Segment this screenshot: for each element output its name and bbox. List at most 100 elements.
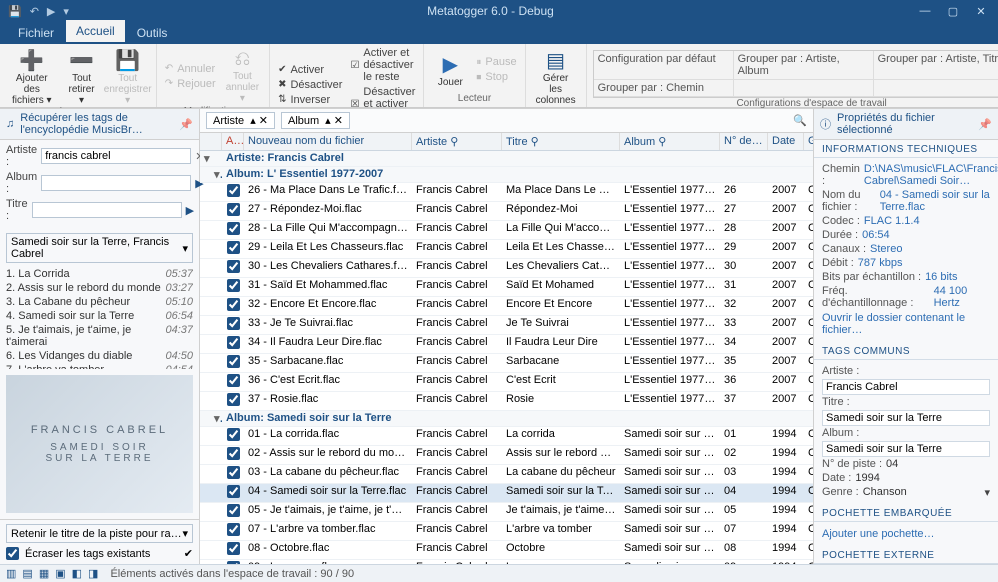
filename-link[interactable]: 04 - Samedi soir sur la Terre.flac	[880, 189, 990, 213]
go-titre-icon[interactable]: ▶	[186, 204, 194, 217]
album-input[interactable]	[41, 175, 191, 191]
col-filename[interactable]: Nouveau nom du fichier	[244, 133, 412, 150]
minimize-button[interactable]: —	[912, 0, 938, 22]
table-row[interactable]: 27 - Répondez-Moi.flacFrancis CabrelRépo…	[200, 202, 813, 221]
tab-outils[interactable]: Outils	[127, 22, 178, 44]
tout-retirer-button[interactable]: ➖Tout retirer ▾	[62, 46, 102, 108]
table-row[interactable]: 02 - Assis sur le rebord du monde.flacFr…	[200, 446, 813, 465]
table-row[interactable]: 37 - Rosie.flacFrancis CabrelRosieL'Esse…	[200, 392, 813, 411]
jouer-button[interactable]: ▶Jouer	[430, 50, 470, 90]
list-item[interactable]: 4. Samedi soir sur la Terre06:54	[6, 309, 193, 323]
status-icon[interactable]: ◧	[72, 567, 82, 580]
status-icon[interactable]: ◨	[88, 567, 98, 580]
workspace-config-grid[interactable]: Configuration par défaut Grouper par : A…	[593, 50, 998, 98]
table-row[interactable]: 36 - C'est Ecrit.flacFrancis CabrelC'est…	[200, 373, 813, 392]
table-row[interactable]: 30 - Les Chevaliers Cathares.flacFrancis…	[200, 259, 813, 278]
tout-enregistrer-button[interactable]: 💾Tout enregistrer ▾	[106, 46, 150, 108]
group-row[interactable]: ▾Album: Samedi soir sur la TerreNombre=9	[200, 411, 813, 427]
close-button[interactable]: ✕	[968, 0, 994, 22]
list-item[interactable]: 7. L'arbre va tomber04:54	[6, 363, 193, 369]
table-row[interactable]: 35 - Sarbacane.flacFrancis CabrelSarbaca…	[200, 354, 813, 373]
undo-all-icon: ⎌	[234, 48, 250, 71]
rejouer-button[interactable]: ↷ Rejouer	[163, 77, 218, 91]
overwrite-tags-checkbox[interactable]: Écraser les tags existants✔	[6, 547, 193, 560]
pin-icon[interactable]: 📌	[179, 118, 193, 131]
filter-artiste[interactable]: Artiste ▴ ✕	[206, 112, 275, 129]
table-row[interactable]: 04 - Samedi soir sur la Terre.flacFranci…	[200, 484, 813, 503]
open-folder-link[interactable]: Ouvrir le dossier contenant le fichier…	[822, 310, 990, 338]
table-row[interactable]: 34 - Il Faudra Leur Dire.flacFrancis Cab…	[200, 335, 813, 354]
pause-button[interactable]: ⏸ Pause	[474, 55, 518, 69]
search-icon[interactable]: 🔍	[793, 114, 807, 127]
list-item[interactable]: 2. Assis sur le rebord du monde03:27	[6, 281, 193, 295]
col-artiste[interactable]: Artiste ⚲	[412, 133, 502, 150]
sect-poch-ext: POCHETTE EXTERNE	[814, 546, 998, 564]
pin-icon[interactable]: 📌	[978, 118, 992, 131]
activer-button[interactable]: ✔ Activer	[276, 63, 344, 77]
col-album[interactable]: Album ⚲	[620, 133, 720, 150]
add-cover-link[interactable]: Ajouter une pochette…	[822, 526, 990, 542]
table-row[interactable]: 05 - Je t'aimais, je t'aime, je t'aimera…	[200, 503, 813, 522]
qat-undo-icon[interactable]: ↶	[30, 5, 39, 18]
table-row[interactable]: 32 - Encore Et Encore.flacFrancis Cabrel…	[200, 297, 813, 316]
maximize-button[interactable]: ▢	[940, 0, 966, 22]
tag-titre-input[interactable]	[826, 412, 986, 424]
status-icon[interactable]: ▥	[6, 567, 16, 580]
remove-all-icon: ➖	[69, 48, 94, 73]
columns-icon: ▤	[546, 48, 565, 73]
chemin-link[interactable]: D:\NAS\music\FLAC\Francis Cabrel\Samedi …	[864, 163, 998, 187]
group-row[interactable]: ▾Album: L' Essentiel 1977-2007Nombre=37	[200, 167, 813, 183]
album-combo[interactable]: Samedi soir sur la Terre, Francis Cabrel…	[6, 233, 193, 263]
filter-icon[interactable]: ⚲	[531, 136, 539, 148]
col-npiste[interactable]: N° de piste	[720, 133, 768, 150]
status-icon[interactable]: ▦	[39, 567, 49, 580]
tout-annuler-button[interactable]: ⎌Tout annuler ▾	[222, 46, 263, 106]
table-row[interactable]: 07 - L'arbre va tomber.flacFrancis Cabre…	[200, 522, 813, 541]
tag-album-input[interactable]	[826, 443, 986, 455]
titre-label: Titre :	[6, 198, 28, 222]
table-row[interactable]: 31 - Saïd Et Mohammed.flacFrancis Cabrel…	[200, 278, 813, 297]
qat-dropdown-icon[interactable]: ▾	[63, 5, 69, 18]
stop-button[interactable]: ⏹ Stop	[474, 70, 518, 84]
table-row[interactable]: 26 - Ma Place Dans Le Trafic.flacFrancis…	[200, 183, 813, 202]
filter-album[interactable]: Album ▴ ✕	[281, 112, 350, 129]
filter-icon[interactable]: ⚲	[450, 136, 458, 148]
qat-play-icon[interactable]: ▶	[47, 5, 55, 18]
col-activation[interactable]: Activation	[222, 133, 244, 150]
tab-fichier[interactable]: Fichier	[8, 22, 64, 44]
table-row[interactable]: 28 - La Fille Qui M'accompagne.flacFranc…	[200, 221, 813, 240]
tag-artiste-input[interactable]	[826, 381, 986, 393]
table-row[interactable]: 33 - Je Te Suivrai.flacFrancis CabrelJe …	[200, 316, 813, 335]
list-item[interactable]: 5. Je t'aimais, je t'aime, je t'aimerai0…	[6, 323, 193, 349]
table-row[interactable]: 03 - La cabane du pêcheur.flacFrancis Ca…	[200, 465, 813, 484]
ajouter-fichiers-button[interactable]: ➕Ajouter des fichiers ▾	[6, 46, 58, 108]
title-bar: 💾 ↶ ▶ ▾ Metatogger 6.0 - Debug — ▢ ✕	[0, 0, 998, 22]
genre-dropdown-icon[interactable]: ▾	[984, 486, 990, 499]
gerer-colonnes-button[interactable]: ▤Gérer les colonnes	[532, 46, 580, 108]
list-item[interactable]: 6. Les Vidanges du diable04:50	[6, 349, 193, 363]
table-row[interactable]: 08 - Octobre.flacFrancis CabrelOctobreSa…	[200, 541, 813, 560]
main-grid[interactable]: Activation Nouveau nom du fichier Artist…	[200, 133, 813, 564]
list-item[interactable]: 1. La Corrida05:37	[6, 267, 193, 281]
chevron-down-icon: ▾	[182, 527, 188, 540]
table-row[interactable]: 01 - La corrida.flacFrancis CabrelLa cor…	[200, 427, 813, 446]
status-icon[interactable]: ▤	[22, 567, 32, 580]
filter-icon[interactable]: ⚲	[658, 136, 666, 148]
titre-input[interactable]	[32, 202, 182, 218]
left-cover: FRANCIS CABRELSAMEDI SOIR SUR LA TERRE	[6, 375, 193, 513]
list-item[interactable]: 3. La Cabane du pêcheur05:10	[6, 295, 193, 309]
annuler-button[interactable]: ↶ Annuler	[163, 62, 218, 76]
col-titre[interactable]: Titre ⚲	[502, 133, 620, 150]
table-row[interactable]: 29 - Leila Et Les Chasseurs.flacFrancis …	[200, 240, 813, 259]
qat-save-icon[interactable]: 💾	[8, 5, 22, 18]
tab-accueil[interactable]: Accueil	[66, 20, 125, 44]
artiste-input[interactable]	[41, 148, 191, 164]
activer-reste-button[interactable]: ☑ Activer et désactiver le reste	[348, 46, 417, 84]
inverser-button[interactable]: ⇅ Inverser	[276, 93, 344, 107]
col-genre[interactable]: Genre	[804, 133, 813, 150]
col-date[interactable]: Date	[768, 133, 804, 150]
match-mode-combo[interactable]: Retenir le titre de la piste pour rappro…	[6, 524, 193, 543]
status-icon[interactable]: ▣	[55, 567, 65, 580]
desactiver-button[interactable]: ✖ Désactiver	[276, 78, 344, 92]
group-row[interactable]: ▾Artiste: Francis CabrelNombre=58	[200, 151, 813, 167]
